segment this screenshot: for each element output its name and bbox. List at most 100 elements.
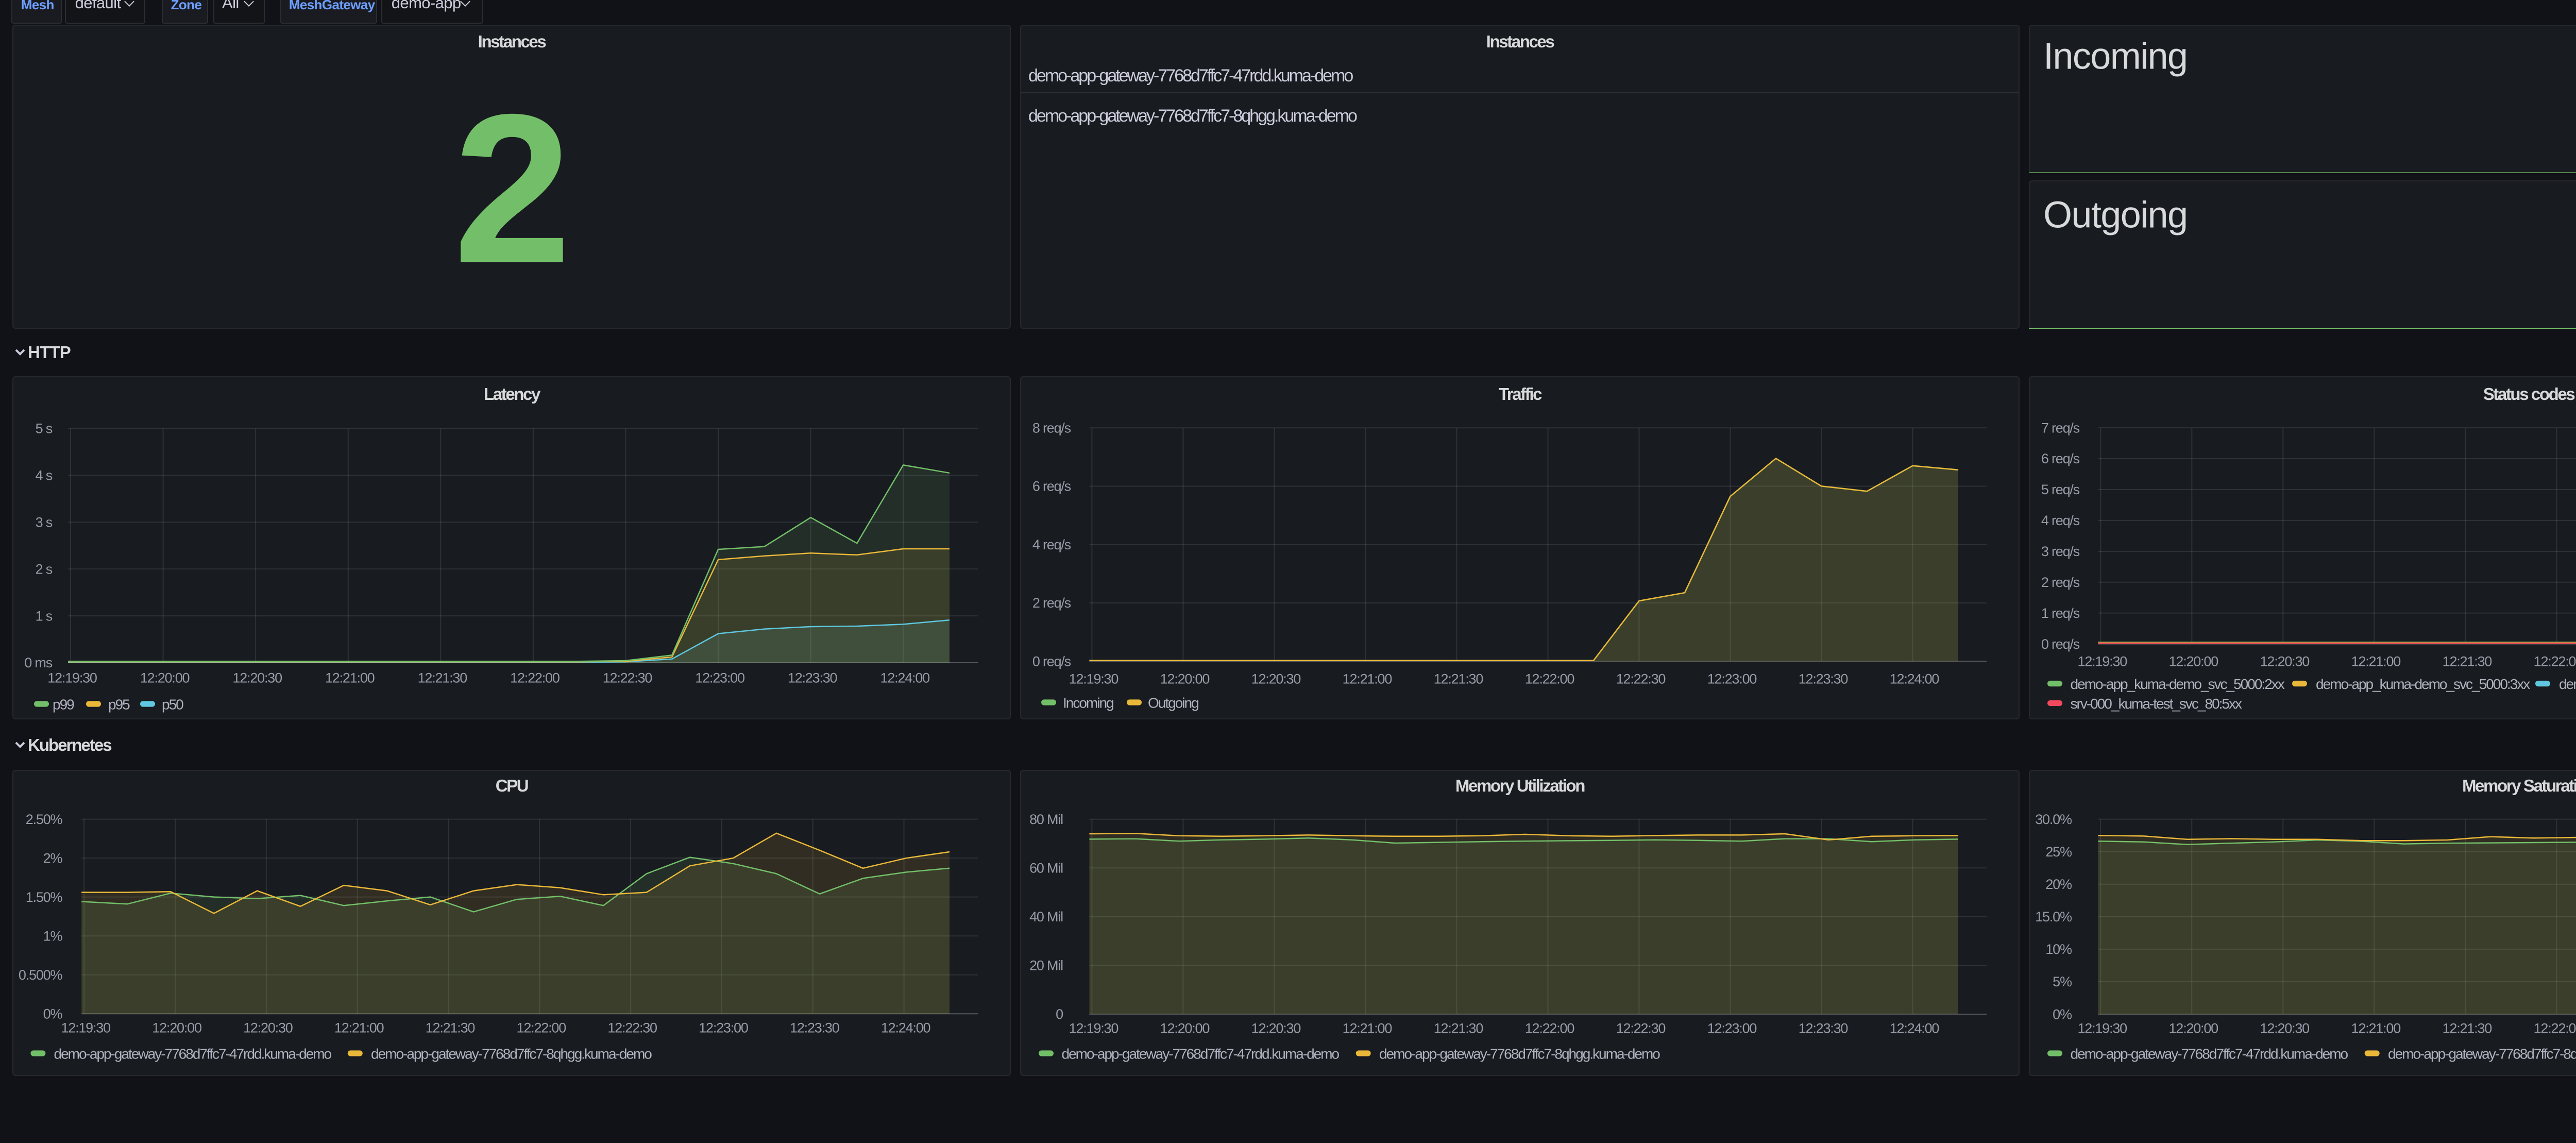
svg-text:12:20:30: 12:20:30 — [1251, 1020, 1301, 1036]
svg-text:12:19:30: 12:19:30 — [1069, 1020, 1118, 1036]
svg-text:12:21:30: 12:21:30 — [2443, 1020, 2492, 1036]
svg-text:0.500%: 0.500% — [19, 967, 63, 983]
svg-text:5%: 5% — [2053, 974, 2072, 989]
svg-text:p50: p50 — [162, 696, 183, 712]
svg-text:4 s: 4 s — [36, 467, 53, 483]
svg-text:1 req/s: 1 req/s — [2041, 605, 2080, 620]
svg-text:12:22:00: 12:22:00 — [510, 669, 560, 685]
svg-text:Latency: Latency — [484, 384, 541, 403]
svg-text:demo-app_kuma-demo_svc_5000:4x: demo-app_kuma-demo_svc_5000:4xx — [2559, 676, 2576, 692]
svg-text:Incoming: Incoming — [1063, 695, 1113, 711]
svg-text:2: 2 — [453, 70, 571, 307]
svg-text:12:20:30: 12:20:30 — [232, 669, 282, 685]
svg-text:Incoming: Incoming — [2043, 36, 2187, 77]
svg-text:Instances: Instances — [1486, 32, 1554, 51]
svg-text:12:20:00: 12:20:00 — [2168, 1020, 2218, 1036]
svg-text:12:19:30: 12:19:30 — [2077, 1020, 2127, 1036]
svg-text:12:22:00: 12:22:00 — [2534, 653, 2576, 668]
svg-text:HTTP: HTTP — [28, 343, 71, 362]
svg-text:0 req/s: 0 req/s — [1032, 653, 1071, 669]
svg-text:0%: 0% — [2053, 1006, 2072, 1022]
svg-text:1 s: 1 s — [36, 608, 53, 623]
svg-text:0: 0 — [1056, 1006, 1063, 1022]
svg-text:CPU: CPU — [496, 776, 528, 795]
svg-text:12:21:30: 12:21:30 — [418, 669, 467, 685]
svg-text:30.0%: 30.0% — [2035, 812, 2072, 827]
svg-text:12:24:00: 12:24:00 — [881, 1020, 930, 1036]
svg-text:Status codes: Status codes — [2483, 384, 2575, 403]
svg-text:2 s: 2 s — [36, 561, 53, 576]
svg-text:4 req/s: 4 req/s — [2041, 512, 2080, 528]
svg-text:12:23:30: 12:23:30 — [788, 669, 837, 685]
svg-text:2 req/s: 2 req/s — [1032, 595, 1071, 610]
svg-text:12:20:30: 12:20:30 — [1251, 670, 1301, 686]
svg-text:12:21:30: 12:21:30 — [426, 1020, 475, 1036]
svg-text:7 req/s: 7 req/s — [2041, 419, 2080, 435]
svg-text:12:21:00: 12:21:00 — [2351, 653, 2401, 668]
svg-text:demo-app-gateway-7768d7ffc7-8q: demo-app-gateway-7768d7ffc7-8qhgg.kuma-d… — [1379, 1046, 1660, 1062]
svg-text:12:21:30: 12:21:30 — [1434, 670, 1483, 686]
svg-text:12:23:00: 12:23:00 — [695, 669, 744, 685]
svg-text:Outgoing: Outgoing — [1148, 695, 1198, 711]
svg-text:2%: 2% — [43, 850, 63, 866]
svg-text:demo-app-gateway-7768d7ffc7-47: demo-app-gateway-7768d7ffc7-47rdd.kuma-d… — [1062, 1046, 1340, 1062]
svg-text:8 req/s: 8 req/s — [1032, 419, 1071, 435]
svg-text:12:21:00: 12:21:00 — [325, 669, 375, 685]
svg-text:12:22:30: 12:22:30 — [603, 669, 652, 685]
svg-text:0%: 0% — [43, 1006, 63, 1022]
svg-text:Instances: Instances — [478, 32, 546, 51]
svg-text:p99: p99 — [53, 696, 74, 712]
svg-text:demo-app-gateway-7768d7ffc7-8q: demo-app-gateway-7768d7ffc7-8qhgg.kuma-d… — [2388, 1046, 2576, 1062]
svg-text:Memory Utilization: Memory Utilization — [1455, 776, 1585, 795]
svg-text:12:20:30: 12:20:30 — [2260, 653, 2310, 668]
svg-text:p95: p95 — [108, 696, 130, 712]
svg-text:12:22:30: 12:22:30 — [1616, 1020, 1666, 1036]
svg-text:12:19:30: 12:19:30 — [47, 669, 97, 685]
svg-text:demo-app-gateway-7768d7ffc7-47: demo-app-gateway-7768d7ffc7-47rdd.kuma-d… — [1028, 66, 1353, 86]
svg-text:12:24:00: 12:24:00 — [1890, 1020, 1939, 1036]
svg-text:25%: 25% — [2045, 844, 2072, 860]
svg-text:15.0%: 15.0% — [2035, 909, 2072, 925]
svg-text:20%: 20% — [2045, 877, 2072, 892]
svg-text:80 Mil: 80 Mil — [1029, 812, 1063, 827]
svg-text:12:21:00: 12:21:00 — [1343, 670, 1392, 686]
svg-text:12:23:00: 12:23:00 — [1707, 670, 1757, 686]
svg-text:12:23:00: 12:23:00 — [1707, 1020, 1757, 1036]
svg-text:Traffic: Traffic — [1499, 384, 1542, 403]
svg-text:12:21:30: 12:21:30 — [2443, 653, 2492, 668]
svg-text:srv-000_kuma-test_svc_80:5xx: srv-000_kuma-test_svc_80:5xx — [2071, 695, 2243, 711]
svg-text:demo-app-gateway-7768d7ffc7-8q: demo-app-gateway-7768d7ffc7-8qhgg.kuma-d… — [1028, 106, 1357, 126]
svg-text:12:22:00: 12:22:00 — [1525, 1020, 1574, 1036]
svg-text:demo-app-gateway-7768d7ffc7-8q: demo-app-gateway-7768d7ffc7-8qhgg.kuma-d… — [371, 1046, 652, 1062]
svg-text:1.50%: 1.50% — [26, 889, 63, 905]
svg-text:2 req/s: 2 req/s — [2041, 574, 2080, 590]
svg-text:demo-app-gateway-7768d7ffc7-47: demo-app-gateway-7768d7ffc7-47rdd.kuma-d… — [54, 1046, 332, 1062]
svg-text:12:22:00: 12:22:00 — [517, 1020, 566, 1036]
svg-text:12:19:30: 12:19:30 — [2078, 653, 2127, 668]
svg-text:12:21:00: 12:21:00 — [334, 1020, 384, 1036]
svg-text:12:22:30: 12:22:30 — [1616, 670, 1666, 686]
svg-text:12:20:00: 12:20:00 — [152, 1020, 201, 1036]
svg-text:12:19:30: 12:19:30 — [1069, 670, 1118, 686]
svg-text:12:22:00: 12:22:00 — [2534, 1020, 2576, 1036]
svg-text:4 req/s: 4 req/s — [1032, 536, 1071, 552]
svg-text:3 s: 3 s — [36, 514, 53, 529]
svg-text:12:23:30: 12:23:30 — [1799, 1020, 1848, 1036]
svg-text:12:22:30: 12:22:30 — [607, 1020, 657, 1036]
svg-text:12:23:00: 12:23:00 — [699, 1020, 748, 1036]
svg-text:12:20:30: 12:20:30 — [2260, 1020, 2310, 1036]
svg-text:1%: 1% — [43, 928, 63, 944]
svg-text:12:23:30: 12:23:30 — [1799, 670, 1848, 686]
svg-text:12:20:30: 12:20:30 — [243, 1020, 293, 1036]
svg-text:6 req/s: 6 req/s — [2041, 450, 2080, 466]
svg-text:Outgoing: Outgoing — [2043, 194, 2187, 236]
svg-text:demo-app_kuma-demo_svc_5000:2x: demo-app_kuma-demo_svc_5000:2xx — [2071, 676, 2285, 692]
svg-text:12:19:30: 12:19:30 — [61, 1020, 110, 1036]
svg-text:5 req/s: 5 req/s — [2041, 481, 2080, 497]
svg-text:6 req/s: 6 req/s — [1032, 478, 1071, 494]
svg-text:12:20:00: 12:20:00 — [2169, 653, 2218, 668]
svg-text:Kubernetes: Kubernetes — [28, 735, 111, 754]
svg-text:40 Mil: 40 Mil — [1029, 909, 1063, 925]
svg-text:2.50%: 2.50% — [26, 812, 63, 827]
svg-text:demo-app_kuma-demo_svc_5000:3x: demo-app_kuma-demo_svc_5000:3xx — [2316, 676, 2530, 692]
